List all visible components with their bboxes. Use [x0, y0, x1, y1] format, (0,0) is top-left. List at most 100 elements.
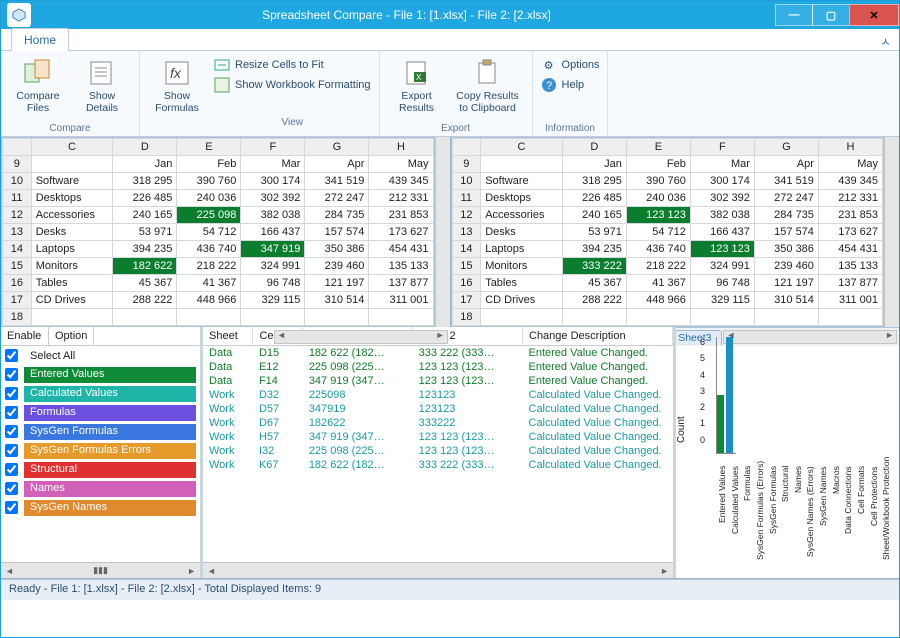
cell[interactable]: 121 197	[754, 275, 818, 292]
cell[interactable]: 341 519	[305, 173, 369, 190]
compare-files-button[interactable]: Compare Files	[9, 55, 67, 116]
cell[interactable]: 454 431	[369, 241, 433, 258]
col-header[interactable]: E	[177, 139, 241, 156]
cell[interactable]: Apr	[754, 156, 818, 173]
cell[interactable]: 329 115	[690, 292, 754, 309]
diff-row[interactable]: WorkK67182 622 (182…333 222 (333…Calcula…	[203, 458, 673, 472]
cell[interactable]: 53 971	[562, 224, 626, 241]
row-header[interactable]: 13	[3, 224, 32, 241]
cell[interactable]: 302 392	[690, 190, 754, 207]
help-button[interactable]: ? Help	[541, 75, 600, 95]
cell[interactable]: 318 295	[113, 173, 177, 190]
cell[interactable]: 173 627	[818, 224, 882, 241]
option-checkbox[interactable]	[5, 368, 18, 381]
diff-col-header[interactable]: Change Description	[523, 327, 673, 346]
cell[interactable]: 121 197	[305, 275, 369, 292]
row-header[interactable]: 10	[3, 173, 32, 190]
cell[interactable]: 212 331	[818, 190, 882, 207]
cell[interactable]	[177, 309, 241, 326]
cell[interactable]: 137 877	[369, 275, 433, 292]
diff-row[interactable]: WorkD32225098123123Calculated Value Chan…	[203, 388, 673, 402]
cell[interactable]: 333 222	[562, 258, 626, 275]
cell[interactable]	[562, 309, 626, 326]
cell[interactable]: 382 038	[690, 207, 754, 224]
cell[interactable]: 302 392	[241, 190, 305, 207]
cell[interactable]: 226 485	[562, 190, 626, 207]
row-header[interactable]: 14	[452, 241, 481, 258]
minimize-button[interactable]: —	[775, 4, 813, 26]
close-button[interactable]: ✕	[849, 4, 899, 26]
col-header[interactable]: H	[369, 139, 433, 156]
cell[interactable]: Monitors	[481, 258, 563, 275]
cell[interactable]: 123 123	[626, 207, 690, 224]
cell[interactable]: 226 485	[113, 190, 177, 207]
cell[interactable]	[754, 309, 818, 326]
cell[interactable]: Mar	[241, 156, 305, 173]
cell[interactable]: 240 165	[562, 207, 626, 224]
cell[interactable]: 284 735	[754, 207, 818, 224]
cell[interactable]: 157 574	[754, 224, 818, 241]
option-checkbox[interactable]	[5, 444, 18, 457]
cell[interactable]: 240 165	[113, 207, 177, 224]
col-header[interactable]: H	[818, 139, 882, 156]
diff-row[interactable]: DataF14347 919 (347…123 123 (123…Entered…	[203, 374, 673, 388]
cell[interactable]: 41 367	[177, 275, 241, 292]
row-header[interactable]: 16	[452, 275, 481, 292]
grid-1[interactable]: CDEFGH9JanFebMarAprMay10Software318 2953…	[1, 137, 435, 327]
cell[interactable]: 318 295	[562, 173, 626, 190]
diff-row[interactable]: WorkI32225 098 (225…123 123 (123…Calcula…	[203, 444, 673, 458]
cell[interactable]: Software	[481, 173, 563, 190]
resize-cells-button[interactable]: Resize Cells to Fit	[214, 55, 371, 75]
cell[interactable]: Accessories	[31, 207, 113, 224]
row-header[interactable]: 11	[3, 190, 32, 207]
row-header[interactable]: 17	[452, 292, 481, 309]
cell[interactable]: 454 431	[818, 241, 882, 258]
cell[interactable]: 218 222	[626, 258, 690, 275]
cell[interactable]: 166 437	[241, 224, 305, 241]
diff-row[interactable]: DataD15182 622 (182…333 222 (333…Entered…	[203, 346, 673, 361]
option-label[interactable]: Structural	[24, 462, 196, 478]
cell[interactable]: Accessories	[481, 207, 563, 224]
tab-home[interactable]: Home	[11, 28, 69, 51]
diff-row[interactable]: WorkD67182622333222Calculated Value Chan…	[203, 416, 673, 430]
cell[interactable]: 239 460	[754, 258, 818, 275]
row-header[interactable]: 12	[3, 207, 32, 224]
cell[interactable]: 390 760	[177, 173, 241, 190]
cell[interactable]: 394 235	[113, 241, 177, 258]
row-header[interactable]: 18	[3, 309, 32, 326]
maximize-button[interactable]: ▢	[812, 4, 850, 26]
col-header[interactable]: D	[113, 139, 177, 156]
cell[interactable]: May	[818, 156, 882, 173]
cell[interactable]: CD Drives	[481, 292, 563, 309]
cell[interactable]: 137 877	[818, 275, 882, 292]
row-header[interactable]: 13	[452, 224, 481, 241]
col-header[interactable]: G	[305, 139, 369, 156]
cell[interactable]: 329 115	[241, 292, 305, 309]
cell[interactable]: 436 740	[177, 241, 241, 258]
vscrollbar-1[interactable]	[435, 137, 450, 327]
row-header[interactable]: 15	[3, 258, 32, 275]
options-button[interactable]: ⚙ Options	[541, 55, 600, 75]
cell[interactable]: 311 001	[818, 292, 882, 309]
cell[interactable]: 341 519	[754, 173, 818, 190]
cell[interactable]: 54 712	[177, 224, 241, 241]
cell[interactable]	[481, 309, 563, 326]
cell[interactable]: 347 919	[241, 241, 305, 258]
cell[interactable]: 350 386	[305, 241, 369, 258]
copy-clipboard-button[interactable]: Copy Results to Clipboard	[452, 55, 524, 116]
cell[interactable]: 324 991	[690, 258, 754, 275]
row-header[interactable]: 18	[452, 309, 481, 326]
grid-2[interactable]: CDEFGH9JanFebMarAprMay10Software318 2953…	[451, 137, 885, 327]
col-header[interactable]: D	[562, 139, 626, 156]
cell[interactable]: 231 853	[369, 207, 433, 224]
cell[interactable]: Mar	[690, 156, 754, 173]
cell[interactable]: Feb	[177, 156, 241, 173]
cell[interactable]: 310 514	[754, 292, 818, 309]
option-checkbox[interactable]	[5, 406, 18, 419]
col-header[interactable]: F	[241, 139, 305, 156]
row-header[interactable]: 14	[3, 241, 32, 258]
show-formulas-button[interactable]: fx Show Formulas	[148, 55, 206, 134]
cell[interactable]: 54 712	[626, 224, 690, 241]
cell[interactable]: 288 222	[562, 292, 626, 309]
col-header[interactable]	[3, 139, 32, 156]
